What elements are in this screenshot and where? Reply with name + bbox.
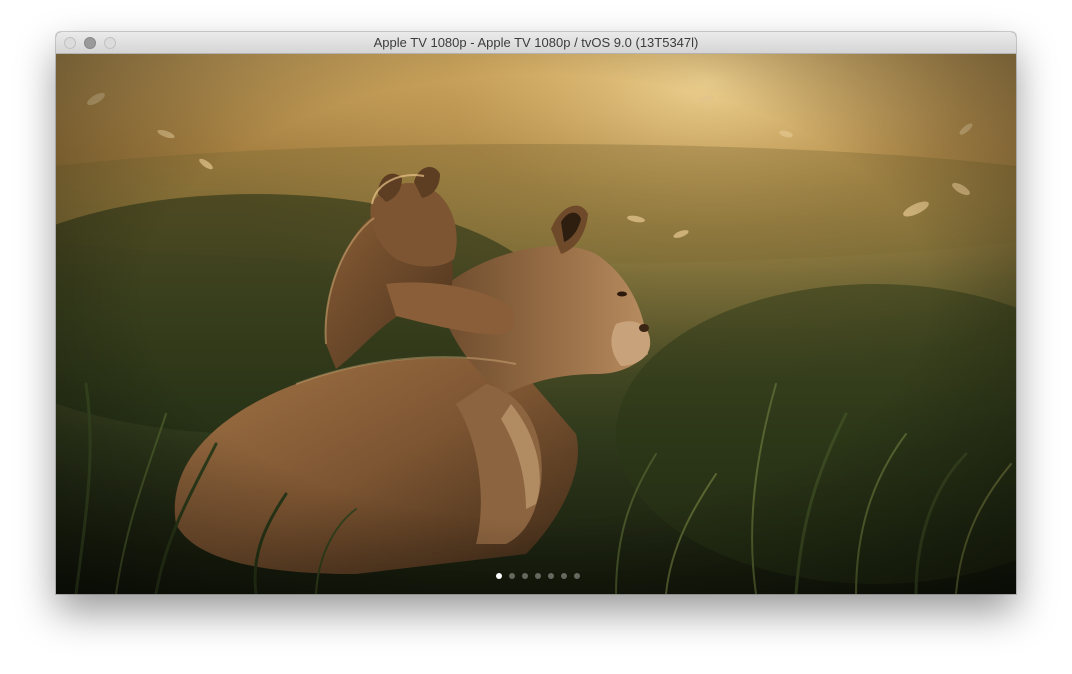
tv-screen[interactable] bbox=[56, 54, 1016, 594]
page-dot-1 bbox=[496, 573, 502, 579]
window-title: Apple TV 1080p - Apple TV 1080p / tvOS 9… bbox=[373, 35, 699, 50]
page-dot-3 bbox=[522, 573, 528, 579]
screensaver-photo bbox=[56, 54, 1016, 594]
title-bar[interactable]: Apple TV 1080p - Apple TV 1080p / tvOS 9… bbox=[56, 32, 1016, 54]
page-dot-4 bbox=[535, 573, 541, 579]
page-indicator bbox=[496, 570, 580, 582]
page-dot-2 bbox=[509, 573, 515, 579]
page-dot-7 bbox=[574, 573, 580, 579]
simulator-window: Apple TV 1080p - Apple TV 1080p / tvOS 9… bbox=[56, 32, 1016, 594]
page-dot-5 bbox=[548, 573, 554, 579]
page-dot-6 bbox=[561, 573, 567, 579]
